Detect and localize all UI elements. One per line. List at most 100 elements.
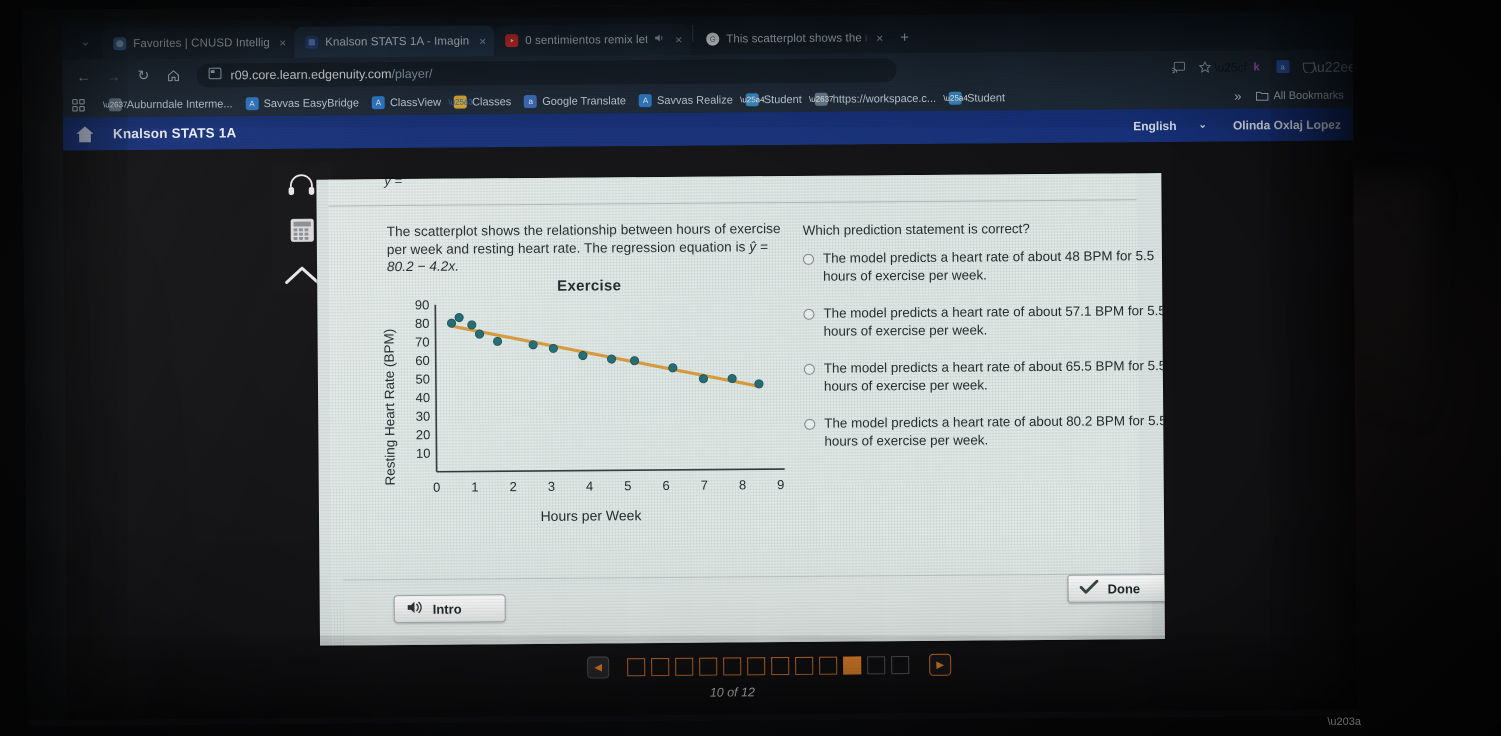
all-bookmarks-button[interactable]: All Bookmarks [1255, 89, 1344, 103]
bookmarks-overflow-icon[interactable]: » [1234, 88, 1241, 103]
pagination-box-6[interactable] [747, 657, 766, 676]
svg-text:60: 60 [415, 353, 430, 368]
more-menu-icon[interactable]: \u22ee [1313, 58, 1356, 74]
tab-close-icon[interactable]: × [476, 34, 486, 48]
pagination-box-11[interactable] [867, 656, 886, 675]
svg-text:6: 6 [662, 478, 669, 493]
bookmark-item-auburndale[interactable]: \u2637 Auburndale Interme... [103, 97, 233, 112]
browser-tab-4[interactable]: G This scatterplot shows the rela × [695, 22, 891, 55]
cast-icon[interactable] [1170, 59, 1186, 75]
answer-option-a[interactable]: The model predicts a heart rate of about… [802, 247, 1165, 285]
bookmark-label: https://workspace.c... [832, 92, 937, 106]
question-card-inner: ŷ = The scatterplot shows the relationsh… [328, 173, 1165, 646]
svg-text:G: G [710, 35, 716, 44]
bookmark-item-classes[interactable]: \u25a3 Classes [448, 95, 511, 109]
extension-dot-icon[interactable]: \u25cf [1214, 59, 1247, 75]
tab-title: Knalson STATS 1A - Imagine E [325, 34, 470, 49]
pagination-box-9[interactable] [819, 656, 838, 675]
browser-tab-2-active[interactable]: Knalson STATS 1A - Imagine E × [294, 25, 495, 58]
bookmark-item-savvas-realize[interactable]: A Savvas Realize [638, 93, 733, 108]
forward-icon[interactable]: → [100, 64, 126, 88]
language-selector[interactable]: English ⌄ [1133, 118, 1207, 132]
pagination-box-8[interactable] [795, 656, 814, 675]
player-area: ŷ = The scatterplot shows the relationsh… [63, 140, 1358, 726]
done-button[interactable]: Done [1067, 573, 1165, 603]
radio-button[interactable] [804, 418, 816, 430]
apps-grid-icon[interactable] [72, 98, 86, 112]
browser-tab-1[interactable]: Favorites | CNUSD Intelligent H × [102, 26, 295, 60]
url-path: /player/ [391, 66, 433, 81]
svg-text:80: 80 [415, 316, 430, 331]
pagination-box-1[interactable] [627, 658, 646, 677]
svg-text:70: 70 [415, 334, 430, 349]
bookmark-item-classview[interactable]: A ClassView [371, 96, 442, 110]
pagination-strip: ◀ ▶ [587, 653, 952, 679]
tab-favicon-icon: G [706, 32, 720, 46]
checkmark-icon [1079, 579, 1099, 598]
translate-extension-icon[interactable]: a [1274, 59, 1290, 75]
radio-button[interactable] [803, 363, 815, 375]
svg-text:1: 1 [471, 479, 478, 494]
tab-close-icon[interactable]: × [672, 32, 682, 46]
chart-title: Exercise [557, 277, 622, 295]
answer-option-b[interactable]: The model predicts a heart rate of about… [803, 302, 1165, 340]
svg-text:5: 5 [624, 478, 631, 493]
url-host: r09.core.learn.edgenuity.com [230, 66, 392, 82]
pagination-box-12[interactable] [891, 656, 910, 675]
svg-text:20: 20 [416, 427, 431, 442]
home-icon[interactable] [160, 63, 186, 87]
intro-button[interactable]: Intro [393, 594, 506, 624]
svg-text:2: 2 [510, 479, 517, 494]
calculator-icon[interactable] [285, 216, 319, 244]
scatterplot: Exercise Resting Heart Rate (BPM) Hours … [382, 276, 791, 549]
kami-extension-icon[interactable]: k [1248, 59, 1264, 75]
toolbar-right-icons: \u25cf k a \u22ee [1170, 58, 1356, 75]
radio-button[interactable] [802, 253, 815, 265]
pagination-box-7[interactable] [771, 656, 790, 676]
answer-option-c[interactable]: The model predicts a heart rate of about… [803, 357, 1165, 395]
answer-label: The model predicts a heart rate of about… [823, 358, 1165, 394]
home-icon[interactable] [75, 125, 95, 143]
bookmark-item-savvas-easybridge[interactable]: A Savvas EasyBridge [245, 96, 359, 111]
bookmark-favicon-icon: A [638, 94, 653, 108]
user-name[interactable]: Olinda Oxlaj Lopez [1233, 117, 1341, 132]
back-icon[interactable]: ← [70, 64, 96, 88]
headphones-icon[interactable] [284, 171, 318, 199]
bookmark-star-icon[interactable] [1196, 59, 1212, 75]
chevron-down-icon: ⌄ [1198, 119, 1207, 131]
pagination-box-2[interactable] [651, 657, 670, 677]
pagination-box-4[interactable] [699, 657, 718, 676]
tab-audio-playing-icon[interactable] [654, 33, 665, 46]
pagination-prev-button[interactable]: ◀ [587, 656, 610, 679]
tab-close-icon[interactable]: × [276, 35, 286, 49]
pagination-box-5[interactable] [723, 657, 742, 676]
bookmarks-right: » All Bookmarks [1234, 88, 1344, 103]
pagination-box-10[interactable] [843, 656, 862, 675]
svg-text:90: 90 [415, 297, 430, 312]
pagination-box-3[interactable] [675, 657, 694, 676]
tab-title: 0 sentimientos remix letra [525, 33, 648, 47]
bookmark-item-workspace[interactable]: \u2637 https://workspace.c... [809, 92, 937, 106]
photo-of-monitor: + ⌄ Favorites | CNUSD Intelligent H × Kn [0, 0, 1501, 736]
done-label: Done [1107, 580, 1141, 596]
bookmark-favicon-icon: \u25a4 [740, 93, 765, 107]
tab-close-icon[interactable]: × [873, 31, 883, 45]
reload-icon[interactable]: ↻ [130, 63, 156, 87]
svg-text:30: 30 [416, 409, 431, 424]
pagination-next-button[interactable]: ▶ [929, 653, 952, 676]
prompt-line-3-pre: equation is [679, 238, 750, 255]
bookmark-item-student-2[interactable]: \u25a4 Student [943, 91, 1005, 105]
browser-tab-3[interactable]: 0 sentimientos remix letra × [494, 23, 691, 57]
tab-search-chevron-icon[interactable]: ⌄ [68, 27, 102, 55]
answer-option-d[interactable]: The model predicts a heart rate of about… [804, 412, 1165, 450]
prompt-line-1: The scatterplot shows the relationship b… [386, 221, 726, 240]
radio-button[interactable] [803, 308, 815, 320]
bookmark-item-student-1[interactable]: \u25a4 Student [740, 93, 802, 107]
new-tab-button[interactable]: + [891, 29, 918, 53]
collapse-up-icon[interactable] [285, 261, 320, 289]
svg-text:3: 3 [548, 479, 555, 494]
site-info-icon[interactable] [208, 67, 222, 82]
bookmark-item-google-translate[interactable]: a Google Translate [524, 94, 626, 109]
bookmark-label: ClassView [389, 96, 442, 109]
address-bar[interactable]: r09.core.learn.edgenuity.com/player/ [196, 57, 897, 88]
